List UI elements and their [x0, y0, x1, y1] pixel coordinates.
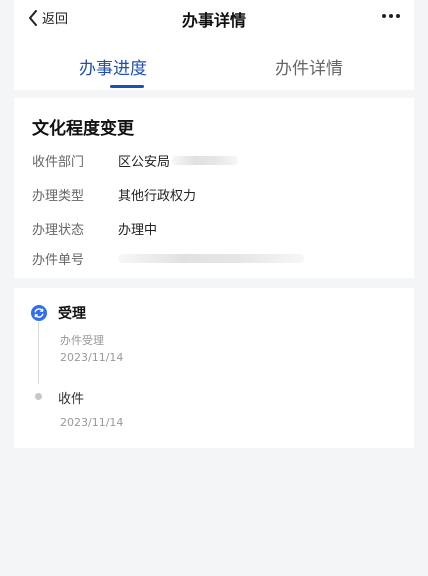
more-icon[interactable] [382, 14, 400, 18]
tab-active-indicator [110, 85, 144, 88]
info-row-department: 收件部门 区公安局 [32, 150, 239, 170]
refresh-icon [31, 305, 47, 321]
empty-area [14, 448, 414, 576]
info-value: 其他行政权力 [118, 188, 197, 204]
item-title: 文化程度变更 [32, 119, 134, 139]
info-value: 区公安局 [118, 154, 171, 170]
dot-icon [35, 393, 42, 400]
timeline-step-date: 2023/11/14 [60, 416, 124, 429]
info-label: 办理状态 [32, 222, 85, 238]
timeline-step-date: 2023/11/14 [60, 351, 124, 364]
timeline-card: 受理 办件受理 2023/11/14 收件 2023/11/14 [14, 288, 414, 448]
info-row-type: 办理类型 其他行政权力 [32, 184, 196, 204]
tab-detail[interactable]: 办件详情 [275, 54, 343, 79]
redacted-text [118, 253, 304, 263]
timeline-step-title: 受理 [58, 306, 86, 322]
info-label: 办件单号 [32, 252, 85, 268]
info-row-status: 办理状态 办理中 [32, 218, 157, 238]
info-label: 收件部门 [32, 154, 85, 170]
tab-bar: 办事进度 办件详情 [14, 40, 414, 90]
timeline-step-desc: 办件受理 [60, 334, 104, 347]
info-card: 文化程度变更 收件部门 区公安局 办理类型 其他行政权力 办理状态 办理中 办件… [14, 98, 414, 278]
tab-progress[interactable]: 办事进度 [79, 54, 147, 79]
info-value: 办理中 [118, 222, 158, 238]
info-label: 办理类型 [32, 188, 85, 204]
screen: 返回 办事详情 办事进度 办件详情 文化程度变更 收件部门 区公安局 办理类型 … [0, 0, 428, 576]
timeline-connector [38, 322, 39, 384]
info-row-number: 办件单号 [32, 248, 304, 268]
redacted-text [172, 155, 239, 165]
page-title: 办事详情 [181, 11, 246, 30]
nav-bar: 返回 办事详情 [14, 0, 414, 40]
timeline-step-title: 收件 [58, 392, 85, 407]
